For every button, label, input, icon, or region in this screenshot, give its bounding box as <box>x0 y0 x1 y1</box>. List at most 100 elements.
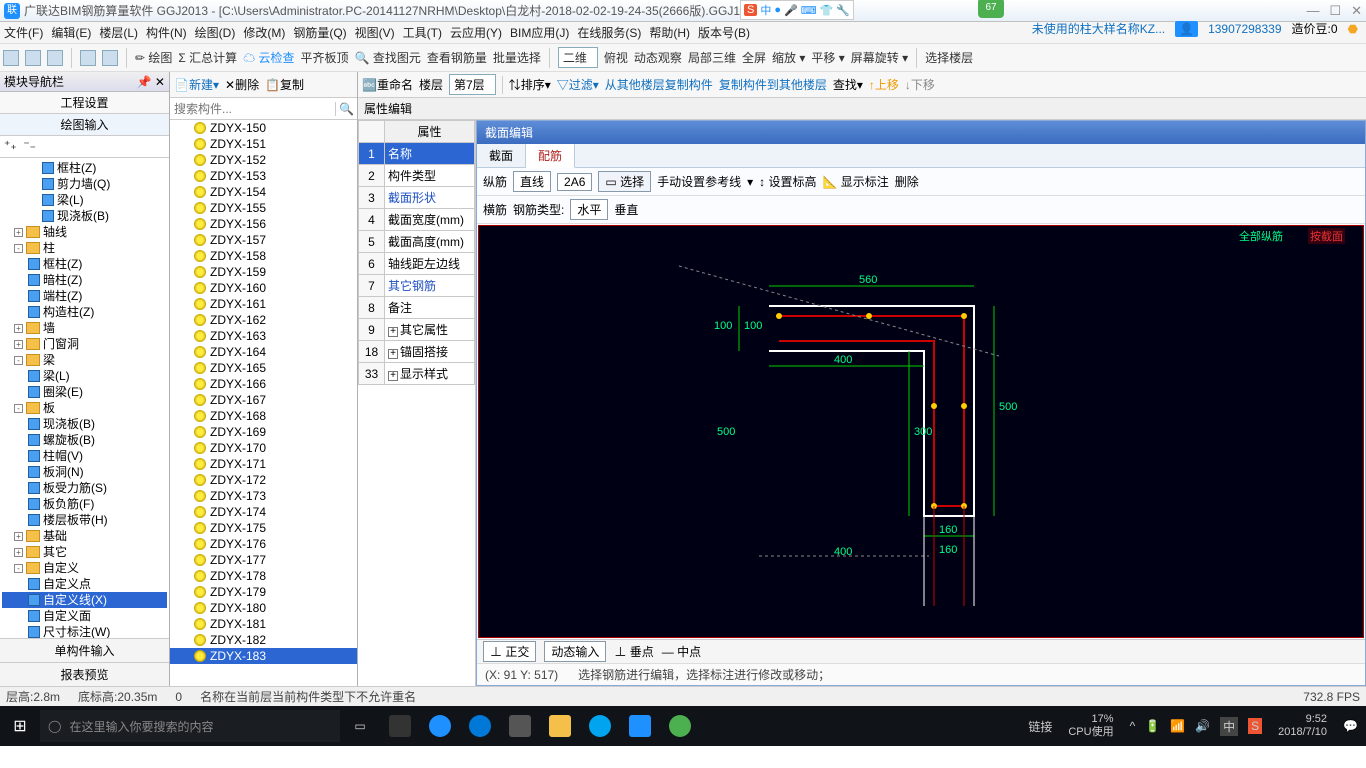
prop-row[interactable]: 6轴线距左边线 <box>359 253 475 275</box>
list-item[interactable]: ZDYX-162 <box>170 312 357 328</box>
tree-node[interactable]: 构造柱(Z) <box>2 304 167 320</box>
tb-zoom[interactable]: 缩放 ▾ <box>772 49 805 66</box>
list-item[interactable]: ZDYX-169 <box>170 424 357 440</box>
ime-cloth-icon[interactable]: 👕 <box>820 4 834 17</box>
tree-node[interactable]: -梁 <box>2 352 167 368</box>
tb-sort[interactable]: ⇅排序▾ <box>509 76 551 93</box>
undo-icon[interactable] <box>80 50 96 66</box>
tree-node[interactable]: 自定义线(X) <box>2 592 167 608</box>
tray-up-icon[interactable]: ^ <box>1130 719 1136 733</box>
tb-copy-from[interactable]: 从其他楼层复制构件 <box>605 76 713 93</box>
ime-mic-icon[interactable]: 🎤 <box>784 4 798 17</box>
tree-node[interactable]: +门窗洞 <box>2 336 167 352</box>
tree-node[interactable]: 暗柱(Z) <box>2 272 167 288</box>
tab-rebar[interactable]: 配筋 <box>526 144 575 168</box>
nav-expand-icon[interactable]: ⁺₊ <box>4 138 17 152</box>
menu-cloud[interactable]: 云应用(Y) <box>450 24 502 41</box>
tb-find[interactable]: 查找▾ <box>833 76 863 93</box>
tb-fullscreen[interactable]: 全屏 <box>742 49 766 66</box>
open-icon[interactable] <box>25 50 41 66</box>
prop-row[interactable]: 1名称 <box>359 143 475 165</box>
list-item[interactable]: ZDYX-157 <box>170 232 357 248</box>
list-item[interactable]: ZDYX-181 <box>170 616 357 632</box>
tree-node[interactable]: 尺寸标注(W) <box>2 624 167 638</box>
list-item[interactable]: ZDYX-154 <box>170 184 357 200</box>
tb-cloud-check[interactable]: ☁ 云检查 <box>243 49 294 66</box>
tray-battery-icon[interactable]: 🔋 <box>1145 719 1160 733</box>
taskbar-app-7[interactable] <box>620 706 660 746</box>
tray-volume-icon[interactable]: 🔊 <box>1195 719 1210 733</box>
list-item[interactable]: ZDYX-180 <box>170 600 357 616</box>
prop-row[interactable]: 3截面形状 <box>359 187 475 209</box>
list-item[interactable]: ZDYX-171 <box>170 456 357 472</box>
list-item[interactable]: ZDYX-158 <box>170 248 357 264</box>
prop-row[interactable]: 7其它钢筋 <box>359 275 475 297</box>
taskbar-edge-icon[interactable] <box>460 706 500 746</box>
tree-node[interactable]: +墙 <box>2 320 167 336</box>
list-item[interactable]: ZDYX-153 <box>170 168 357 184</box>
list-item[interactable]: ZDYX-150 <box>170 120 357 136</box>
tree-node[interactable]: +其它 <box>2 544 167 560</box>
nav-tab-draw[interactable]: 绘图输入 <box>0 114 169 136</box>
tray-link[interactable]: 链接 <box>1028 718 1052 735</box>
list-item[interactable]: ZDYX-175 <box>170 520 357 536</box>
menu-bim[interactable]: BIM应用(J) <box>510 24 569 41</box>
tb-draw[interactable]: ✏ 绘图 <box>135 49 172 66</box>
list-item[interactable]: ZDYX-173 <box>170 488 357 504</box>
property-grid[interactable]: 属性 1名称2构件类型3截面形状4截面宽度(mm)5截面高度(mm)6轴线距左边… <box>358 120 476 686</box>
tb-copy-to[interactable]: 复制构件到其他楼层 <box>719 76 827 93</box>
nav-pin-icon[interactable]: 📌 ✕ <box>137 75 165 89</box>
bar2-type-select[interactable]: 水平 <box>570 199 608 220</box>
tb-view-rebar[interactable]: 查看钢筋量 <box>427 49 487 66</box>
list-item[interactable]: ZDYX-182 <box>170 632 357 648</box>
bar1-refline[interactable]: 手动设置参考线 <box>657 173 741 190</box>
menu-online[interactable]: 在线服务(S) <box>577 24 641 41</box>
tb-level-top[interactable]: 平齐板顶 <box>301 49 349 66</box>
tb-move-up[interactable]: ↑上移 <box>869 76 899 93</box>
ime-keyboard-icon[interactable]: ⌨ <box>801 4 817 17</box>
menu-file[interactable]: 文件(F) <box>4 24 43 41</box>
snap-mid[interactable]: — 中点 <box>662 643 701 660</box>
nav-tab-report[interactable]: 报表预览 <box>0 662 169 686</box>
tree-node[interactable]: 板受力筋(S) <box>2 480 167 496</box>
list-item[interactable]: ZDYX-160 <box>170 280 357 296</box>
tree-node[interactable]: +轴线 <box>2 224 167 240</box>
taskbar-app-8[interactable] <box>660 706 700 746</box>
list-item[interactable]: ZDYX-165 <box>170 360 357 376</box>
prop-row[interactable]: 33+显示样式 <box>359 363 475 385</box>
snap-perp[interactable]: ⊥ 垂点 <box>614 643 653 660</box>
search-button[interactable]: 🔍 <box>335 102 357 116</box>
taskbar-app-2[interactable] <box>420 706 460 746</box>
tb-select-floor[interactable]: 选择楼层 <box>925 49 973 66</box>
prop-row[interactable]: 4截面宽度(mm) <box>359 209 475 231</box>
list-item[interactable]: ZDYX-179 <box>170 584 357 600</box>
tray-clock[interactable]: 9:522018/7/10 <box>1272 713 1333 739</box>
ime-lang[interactable]: 中 <box>760 2 771 18</box>
tb-pan[interactable]: 平移 ▾ <box>811 49 844 66</box>
nav-tab-single[interactable]: 单构件输入 <box>0 638 169 662</box>
tree-node[interactable]: 螺旋板(B) <box>2 432 167 448</box>
list-item[interactable]: ZDYX-178 <box>170 568 357 584</box>
bar2-vert[interactable]: 垂直 <box>614 201 638 218</box>
tree-node[interactable]: 梁(L) <box>2 368 167 384</box>
prop-row[interactable]: 8备注 <box>359 297 475 319</box>
toggle-ortho[interactable]: ⊥ 正交 <box>483 641 536 662</box>
list-copy[interactable]: 📋复制 <box>265 76 304 93</box>
list-item[interactable]: ZDYX-151 <box>170 136 357 152</box>
menu-modify[interactable]: 修改(M) <box>243 24 285 41</box>
list-item[interactable]: ZDYX-166 <box>170 376 357 392</box>
tray-ime-icon[interactable]: 中 <box>1220 717 1238 736</box>
new-icon[interactable] <box>3 50 19 66</box>
menu-floor[interactable]: 楼层(L) <box>99 24 138 41</box>
menu-component[interactable]: 构件(N) <box>146 24 187 41</box>
floor-select[interactable]: 第7层 <box>449 74 496 95</box>
taskbar-explorer-icon[interactable] <box>540 706 580 746</box>
unused-column-link[interactable]: 未使用的柱大样名称KZ... <box>1032 20 1165 37</box>
tb-dyn-observe[interactable]: 动态观察 <box>634 49 682 66</box>
taskbar-search[interactable]: ◯ 在这里输入你要搜索的内容 <box>40 710 340 742</box>
minimize-button[interactable]: — <box>1306 3 1319 19</box>
close-button[interactable]: ✕ <box>1351 3 1362 19</box>
toggle-dyn-input[interactable]: 动态输入 <box>544 641 606 662</box>
nav-collapse-icon[interactable]: ⁻₋ <box>23 138 36 152</box>
list-item[interactable]: ZDYX-152 <box>170 152 357 168</box>
